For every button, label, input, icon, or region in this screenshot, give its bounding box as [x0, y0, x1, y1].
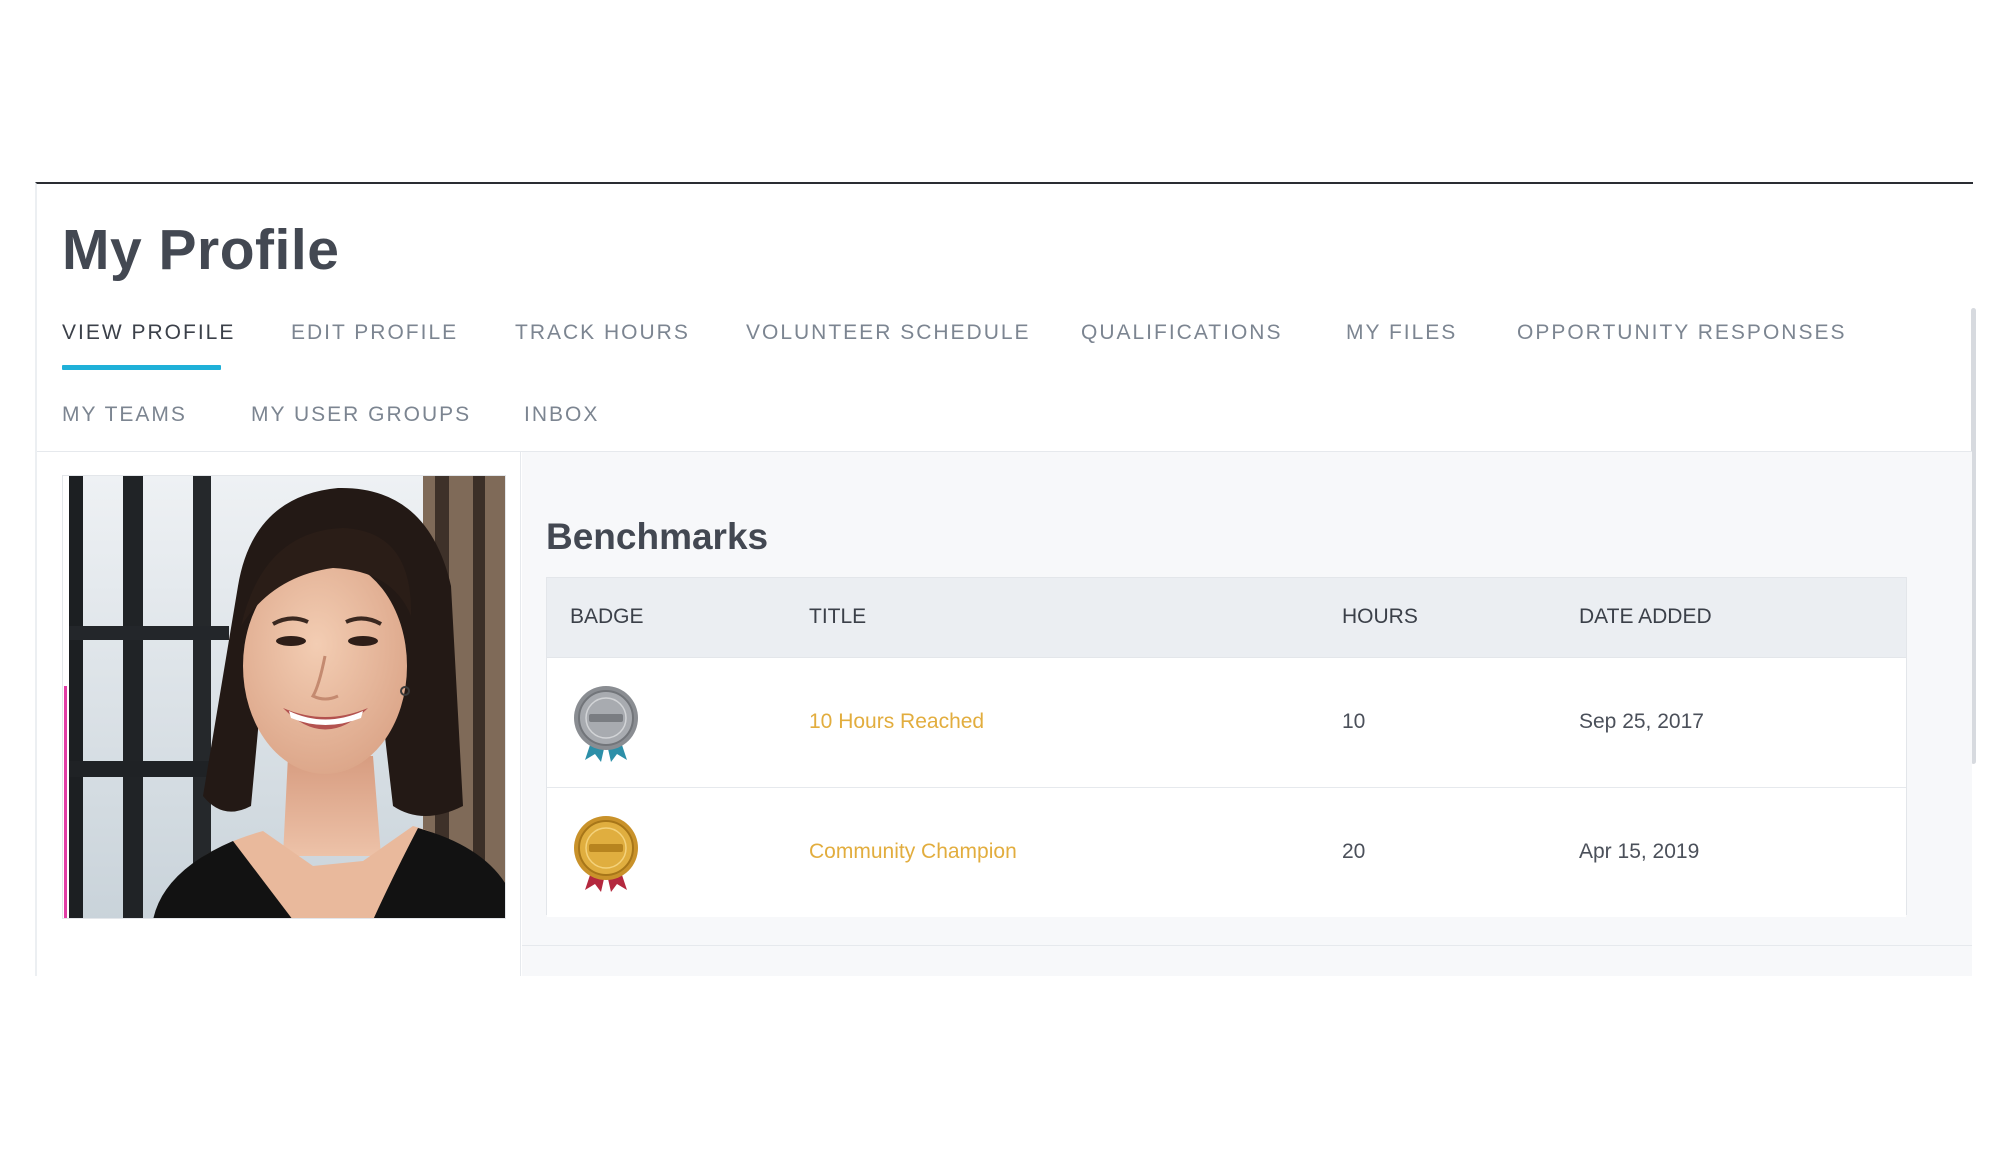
- benchmarks-table: BADGE TITLE HOURS DATE ADDED 10 Hours Re…: [546, 577, 1907, 917]
- benchmark-date: Apr 15, 2019: [1579, 840, 1700, 863]
- silver-medal-icon: [571, 684, 641, 764]
- divider: [522, 945, 1972, 946]
- gold-medal-icon: [571, 814, 641, 894]
- table-header: BADGE TITLE HOURS DATE ADDED: [547, 578, 1906, 658]
- page-title: My Profile: [62, 218, 340, 282]
- tab-my-files[interactable]: MY FILES: [1346, 319, 1457, 347]
- column-header-date-added: DATE ADDED: [1579, 605, 1712, 628]
- table-row: 10 Hours Reached 10 Sep 25, 2017: [547, 658, 1906, 788]
- benchmark-hours: 10: [1342, 710, 1366, 733]
- tab-opportunity-responses[interactable]: OPPORTUNITY RESPONSES: [1517, 319, 1846, 347]
- tab-track-hours[interactable]: TRACK HOURS: [515, 319, 690, 347]
- benchmark-title-link[interactable]: Community Champion: [809, 838, 1017, 866]
- tab-volunteer-schedule[interactable]: VOLUNTEER SCHEDULE: [746, 319, 1031, 347]
- column-header-badge: BADGE: [570, 605, 644, 628]
- tab-inbox[interactable]: INBOX: [524, 401, 599, 429]
- active-tab-indicator: [62, 365, 221, 370]
- benchmark-date: Sep 25, 2017: [1579, 710, 1704, 733]
- column-header-title: TITLE: [809, 605, 867, 628]
- column-header-hours: HOURS: [1342, 605, 1418, 628]
- table-row: Community Champion 20 Apr 15, 2019: [547, 788, 1906, 917]
- tab-my-teams[interactable]: MY TEAMS: [62, 401, 187, 429]
- benchmark-hours: 20: [1342, 840, 1366, 863]
- tab-edit-profile[interactable]: EDIT PROFILE: [291, 319, 458, 347]
- profile-photo: [62, 475, 506, 919]
- tab-view-profile[interactable]: VIEW PROFILE: [62, 319, 235, 347]
- tab-qualifications[interactable]: QUALIFICATIONS: [1081, 319, 1282, 347]
- benchmark-title-link[interactable]: 10 Hours Reached: [809, 708, 984, 736]
- tab-my-user-groups[interactable]: MY USER GROUPS: [251, 401, 471, 429]
- benchmarks-title: Benchmarks: [546, 516, 769, 557]
